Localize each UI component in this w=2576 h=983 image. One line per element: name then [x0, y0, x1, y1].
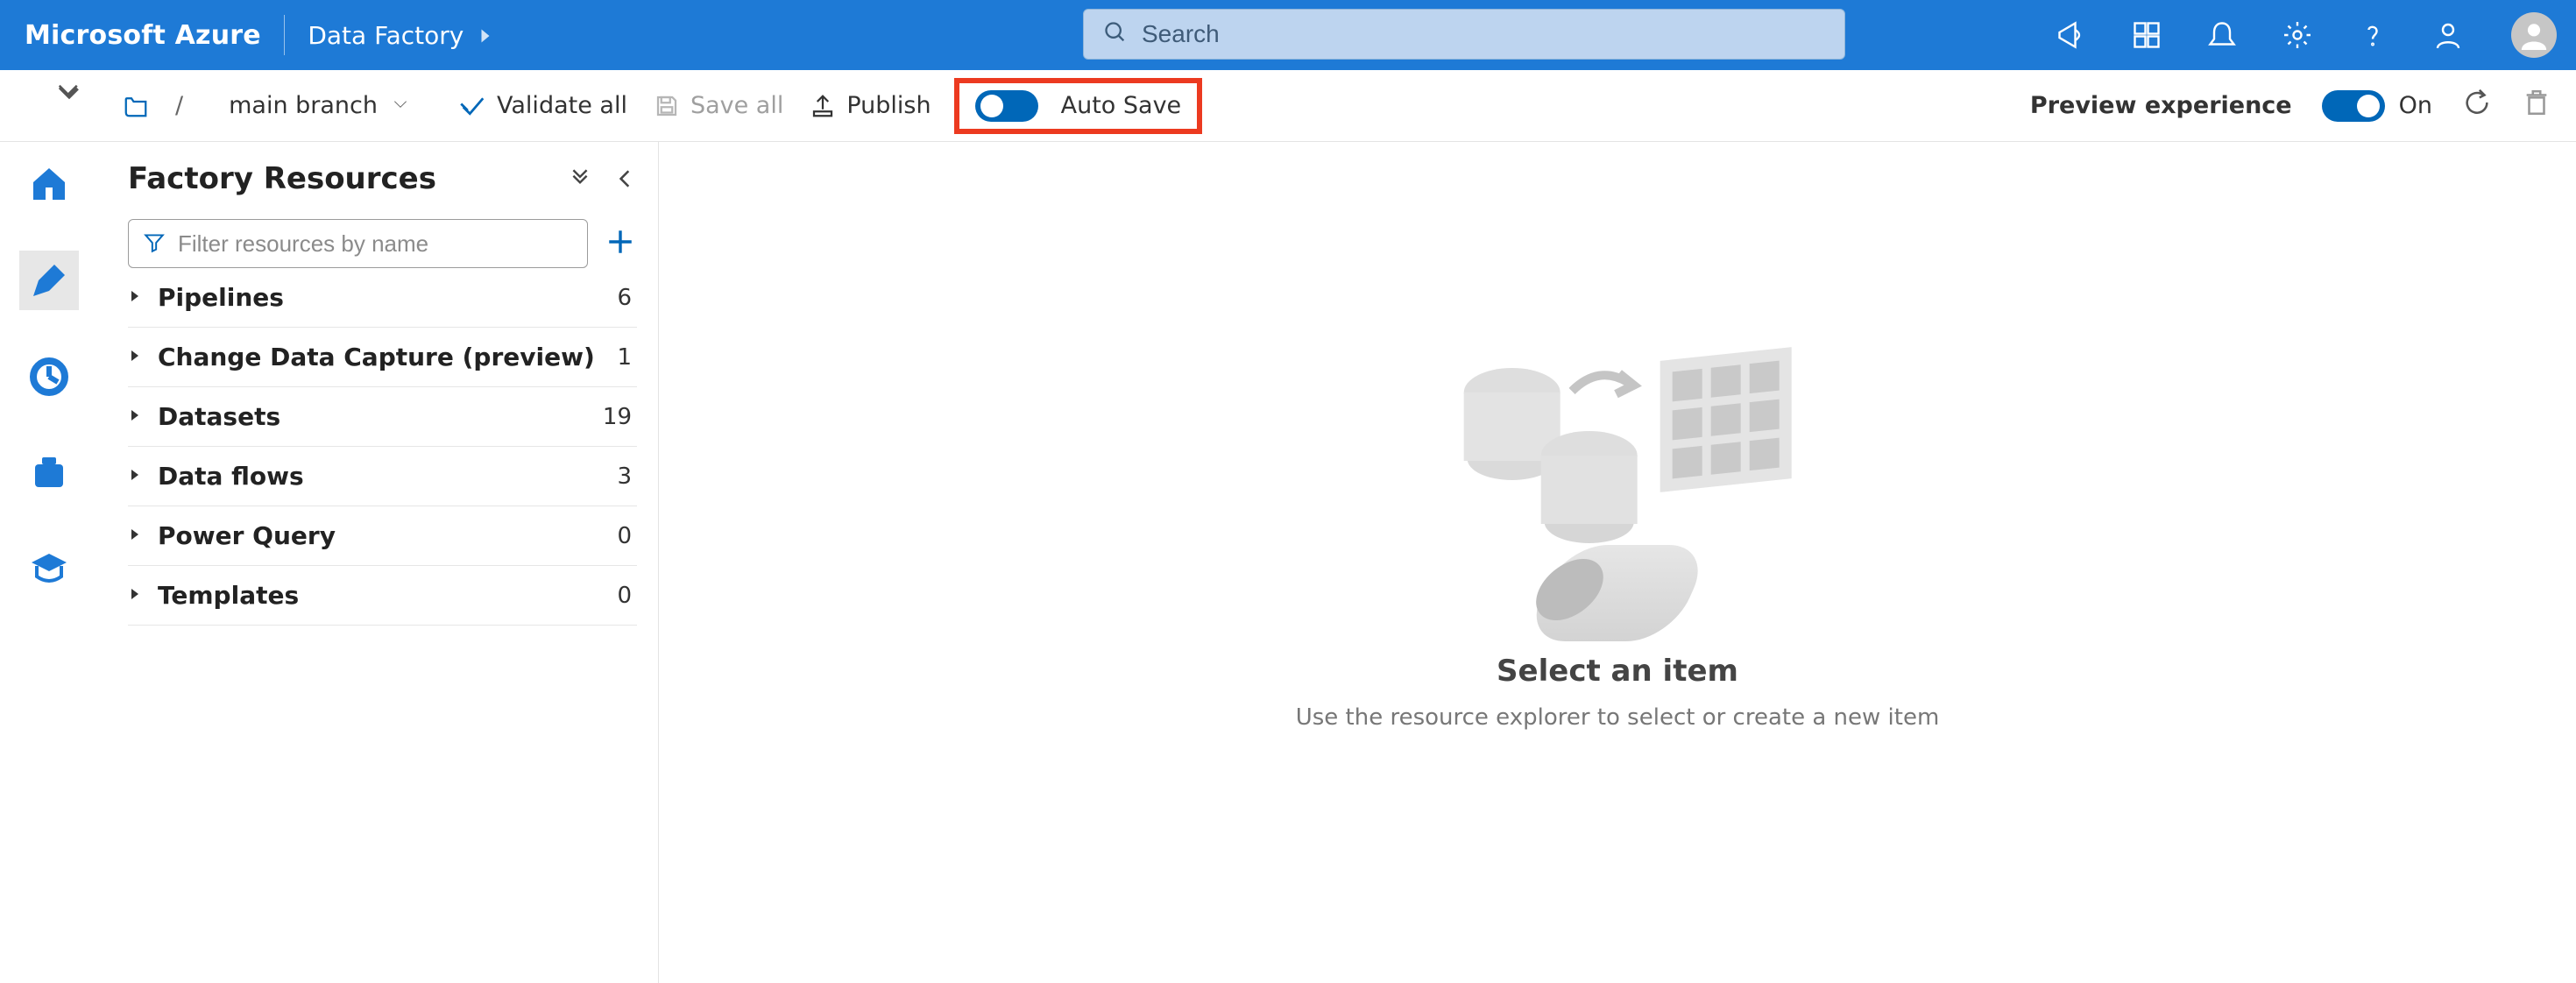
service-breadcrumb[interactable]: Data Factory: [308, 21, 493, 50]
category-count: 0: [617, 583, 637, 609]
publish-button[interactable]: Publish: [810, 92, 931, 119]
manage-nav[interactable]: [19, 443, 79, 503]
filter-icon: [143, 230, 166, 257]
save-all-button[interactable]: Save all: [654, 92, 783, 119]
factory-panel-title: Factory Resources: [128, 161, 551, 196]
validate-all-button[interactable]: Validate all: [460, 92, 627, 119]
pin-panel-icon[interactable]: [614, 167, 637, 190]
service-label: Data Factory: [308, 21, 464, 50]
help-icon[interactable]: [2355, 18, 2390, 53]
repo-icon[interactable]: [123, 93, 149, 119]
expand-panel-icon[interactable]: [56, 82, 82, 115]
chevron-right-icon: [478, 21, 493, 50]
search-icon: [1103, 20, 1128, 48]
empty-title: Select an item: [1296, 654, 1940, 689]
category-label: Pipelines: [158, 283, 284, 312]
avatar[interactable]: [2511, 12, 2557, 58]
validate-all-label: Validate all: [497, 92, 627, 119]
category-count: 3: [617, 463, 637, 490]
expand-icon: [128, 408, 142, 426]
expand-icon: [128, 468, 142, 485]
category-count: 19: [603, 404, 637, 430]
branch-picker[interactable]: main branch: [215, 92, 409, 119]
brand-label: Microsoft Azure: [25, 20, 261, 51]
preview-switch-label: On: [2399, 92, 2432, 119]
canvas: Select an item Use the resource explorer…: [659, 142, 2576, 983]
expand-icon: [128, 527, 142, 545]
refresh-button[interactable]: [2462, 88, 2492, 124]
settings-icon[interactable]: [2280, 18, 2315, 53]
global-search[interactable]: [1083, 9, 1845, 60]
category-templates[interactable]: Templates 0: [128, 566, 637, 626]
announcements-icon[interactable]: [2054, 18, 2089, 53]
category-label: Data flows: [158, 462, 304, 491]
collapse-all-icon[interactable]: [569, 167, 591, 190]
auto-save-toggle[interactable]: [975, 90, 1038, 122]
category-count: 1: [617, 344, 637, 371]
topbar-right: [2054, 12, 2565, 58]
save-all-label: Save all: [690, 92, 783, 119]
copilot-icon[interactable]: [2129, 18, 2164, 53]
factory-filter[interactable]: [128, 219, 588, 268]
add-resource-button[interactable]: [604, 227, 637, 260]
path-sep: /: [175, 92, 183, 119]
preview-experience-toggle[interactable]: [2322, 90, 2385, 122]
empty-subtitle: Use the resource explorer to select or c…: [1296, 704, 1940, 731]
notifications-icon[interactable]: [2204, 18, 2240, 53]
category-cdc[interactable]: Change Data Capture (preview) 1: [128, 328, 637, 387]
branch-label: main branch: [229, 92, 378, 119]
expand-icon: [128, 349, 142, 366]
category-powerquery[interactable]: Power Query 0: [128, 506, 637, 566]
discard-button[interactable]: [2522, 88, 2551, 124]
search-input[interactable]: [1142, 20, 1825, 48]
brand-separator: [284, 15, 286, 55]
preview-experience-label: Preview experience: [2030, 92, 2292, 119]
authoring-toolbar: / main branch Validate all Save all Publ…: [0, 70, 2576, 142]
empty-illustration: [1429, 328, 1806, 643]
category-label: Power Query: [158, 521, 336, 550]
chevron-down-icon: [392, 92, 409, 119]
expand-icon: [128, 289, 142, 307]
category-datasets[interactable]: Datasets 19: [128, 387, 637, 447]
factory-panel-header: Factory Resources: [128, 161, 637, 196]
left-nav-rail: [0, 142, 98, 983]
auto-save-label: Auto Save: [1061, 92, 1182, 119]
category-label: Change Data Capture (preview): [158, 343, 595, 371]
author-nav[interactable]: [19, 251, 79, 310]
category-count: 0: [617, 523, 637, 549]
empty-state: Select an item Use the resource explorer…: [1296, 328, 1940, 731]
learn-nav[interactable]: [19, 540, 79, 599]
home-nav[interactable]: [19, 154, 79, 214]
feedback-icon[interactable]: [2431, 18, 2466, 53]
category-pipelines[interactable]: Pipelines 6: [128, 268, 637, 328]
topbar-left: Microsoft Azure Data Factory: [25, 15, 493, 55]
auto-save-highlight: Auto Save: [954, 78, 1203, 134]
toolbar-left: / main branch Validate all Save all Publ…: [123, 78, 1202, 134]
category-label: Templates: [158, 581, 299, 610]
body-area: Factory Resources Pipelines 6: [0, 142, 2576, 983]
monitor-nav[interactable]: [19, 347, 79, 407]
factory-filter-input[interactable]: [178, 230, 573, 258]
toolbar-right: Preview experience On: [2030, 88, 2551, 124]
factory-resources-panel: Factory Resources Pipelines 6: [98, 142, 659, 983]
factory-filter-row: [128, 219, 637, 268]
azure-topbar: Microsoft Azure Data Factory: [0, 0, 2576, 70]
category-label: Datasets: [158, 402, 280, 431]
category-count: 6: [617, 285, 637, 311]
category-dataflows[interactable]: Data flows 3: [128, 447, 637, 506]
publish-label: Publish: [846, 92, 931, 119]
expand-icon: [128, 587, 142, 605]
